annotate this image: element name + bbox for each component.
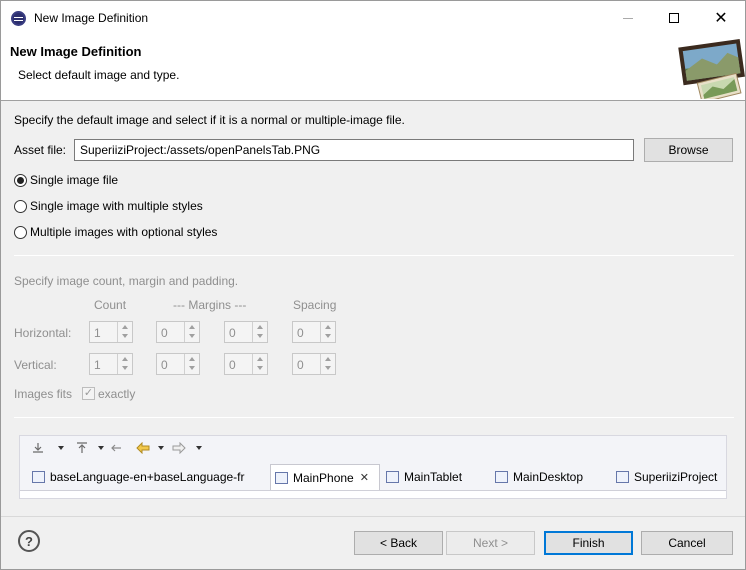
minimize-button[interactable]: [605, 1, 651, 35]
back-history-icon[interactable]: [111, 442, 123, 454]
instructions-text: Specify the default image and select if …: [14, 113, 405, 127]
horizontal-margin-start-spinner[interactable]: 0: [156, 321, 200, 343]
tab-main-desktop[interactable]: MainDesktop: [491, 464, 583, 490]
spinner-arrows-icon[interactable]: [320, 354, 335, 374]
images-fits-label: Images fits: [14, 387, 73, 401]
upload-icon[interactable]: [76, 442, 88, 454]
spinner-arrows-icon[interactable]: [252, 322, 267, 342]
vertical-margin-end-spinner[interactable]: 0: [224, 353, 268, 375]
radio-label: Single image file: [30, 173, 119, 187]
asset-file-input[interactable]: [74, 139, 634, 161]
section-separator: [14, 255, 734, 256]
checkmark-icon: ✓: [83, 387, 94, 399]
radio-indicator[interactable]: [14, 199, 27, 213]
chevron-down-icon[interactable]: [158, 446, 164, 450]
file-icon: [386, 471, 399, 483]
tab-main-phone[interactable]: MainPhone ✕: [270, 464, 380, 490]
vertical-count-spinner[interactable]: 1: [89, 353, 133, 375]
footer-separator: [1, 516, 745, 517]
chevron-down-icon[interactable]: [98, 446, 104, 450]
spinner-arrows-icon[interactable]: [184, 354, 199, 374]
asset-file-label: Asset file:: [14, 143, 67, 157]
exactly-checkbox[interactable]: ✓: [82, 387, 95, 400]
spinner-arrows-icon[interactable]: [117, 322, 132, 342]
title-bar: New Image Definition ✕: [1, 1, 745, 35]
radio-single-image[interactable]: Single image file: [14, 173, 118, 187]
eclipse-icon: [11, 11, 26, 26]
chevron-down-icon[interactable]: [58, 446, 64, 450]
tab-base-language[interactable]: baseLanguage-en+baseLanguage-fr: [28, 464, 245, 490]
editor-tabs: baseLanguage-en+baseLanguage-fr MainPhon…: [20, 464, 726, 490]
back-button[interactable]: < Back: [354, 531, 443, 555]
maximize-icon: [669, 13, 679, 23]
browse-button[interactable]: Browse: [644, 138, 733, 162]
vertical-margin-start-spinner[interactable]: 0: [156, 353, 200, 375]
exactly-label: exactly: [98, 387, 136, 401]
horizontal-label: Horizontal:: [14, 326, 72, 340]
maximize-button[interactable]: [651, 1, 697, 35]
download-icon[interactable]: [32, 442, 44, 454]
chevron-down-icon[interactable]: [196, 446, 202, 450]
project-icon: [616, 471, 629, 483]
radio-label: Multiple images with optional styles: [30, 225, 218, 239]
margins-column-header: --- Margins ---: [173, 298, 247, 312]
tab-superiizi-project[interactable]: SuperiiziProject: [612, 464, 717, 490]
spinner-arrows-icon[interactable]: [184, 322, 199, 342]
header-title: New Image Definition: [10, 44, 142, 59]
header-description: Select default image and type.: [18, 68, 180, 82]
tab-main-tablet[interactable]: MainTablet: [382, 464, 462, 490]
close-icon: ✕: [714, 10, 728, 27]
section-separator: [14, 417, 734, 418]
radio-indicator-checked[interactable]: [14, 173, 27, 187]
editor-preview: baseLanguage-en+baseLanguage-fr MainPhon…: [19, 435, 727, 499]
horizontal-margin-end-spinner[interactable]: 0: [224, 321, 268, 343]
finish-button[interactable]: Finish: [544, 531, 633, 555]
minimize-icon: [623, 17, 633, 19]
vertical-label: Vertical:: [14, 358, 57, 372]
file-icon: [32, 471, 45, 483]
help-icon[interactable]: ?: [18, 530, 40, 552]
spinner-arrows-icon[interactable]: [117, 354, 132, 374]
horizontal-spacing-spinner[interactable]: 0: [292, 321, 336, 343]
count-instructions: Specify image count, margin and padding.: [14, 274, 239, 288]
cancel-button[interactable]: Cancel: [641, 531, 733, 555]
radio-label: Single image with multiple styles: [30, 199, 203, 213]
wizard-header: New Image Definition Select default imag…: [1, 35, 745, 101]
vertical-spacing-spinner[interactable]: 0: [292, 353, 336, 375]
radio-indicator[interactable]: [14, 225, 27, 239]
dialog-window: New Image Definition ✕ New Image Definit…: [0, 0, 746, 570]
close-icon[interactable]: ✕: [360, 471, 369, 484]
file-icon: [495, 471, 508, 483]
window-title: New Image Definition: [34, 11, 149, 25]
radio-multiple-images[interactable]: Multiple images with optional styles: [14, 225, 217, 239]
spinner-arrows-icon[interactable]: [320, 322, 335, 342]
editor-content-strip: [20, 490, 726, 498]
arrow-right-icon[interactable]: [172, 442, 186, 454]
count-column-header: Count: [94, 298, 127, 312]
arrow-left-icon[interactable]: [136, 442, 150, 454]
next-button[interactable]: Next >: [446, 531, 535, 555]
spacing-column-header: Spacing: [293, 298, 337, 312]
spinner-arrows-icon[interactable]: [252, 354, 267, 374]
horizontal-count-spinner[interactable]: 1: [89, 321, 133, 343]
radio-single-image-multiple-styles[interactable]: Single image with multiple styles: [14, 199, 203, 213]
editor-toolbar: [20, 436, 726, 462]
image-definition-banner-icon: [673, 35, 745, 99]
close-button[interactable]: ✕: [698, 1, 744, 35]
file-icon: [275, 471, 288, 484]
